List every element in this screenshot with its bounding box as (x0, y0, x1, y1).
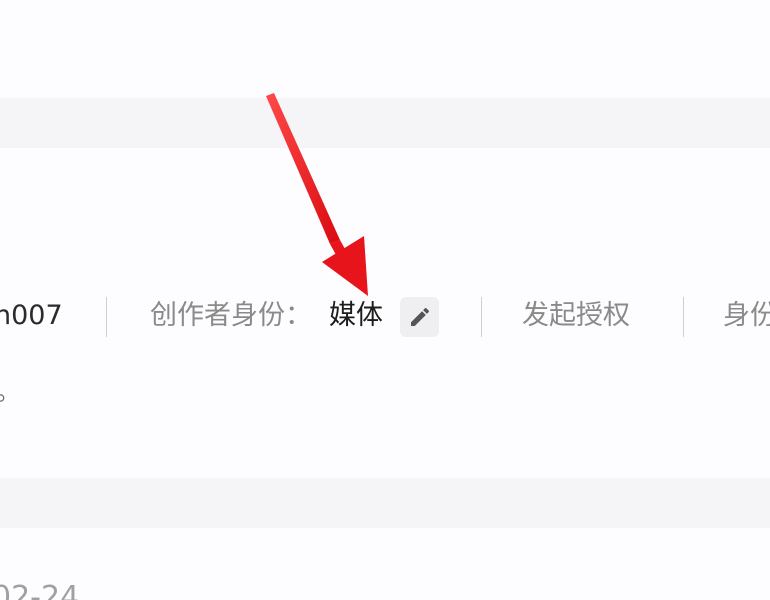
divider (481, 297, 482, 337)
description-text: 。 (0, 372, 20, 412)
page: n007 创作者身份： 媒体 发起授权 身份 。 02-24 (0, 0, 770, 600)
creator-identity-value: 媒体 (329, 300, 383, 331)
identity-more-link[interactable]: 身份 (723, 286, 770, 346)
divider (683, 297, 684, 337)
edit-identity-button[interactable] (400, 297, 439, 337)
pencil-icon (410, 307, 429, 326)
section-band-middle (0, 478, 770, 528)
creator-identity-label: 创作者身份： (150, 300, 312, 331)
date-text: 02-24 (0, 580, 80, 600)
section-band-top (0, 98, 770, 148)
username-text: n007 (0, 300, 63, 331)
creator-info-row: n007 创作者身份： 媒体 发起授权 身份 (0, 286, 770, 346)
divider (106, 297, 107, 337)
initiate-authorization-link[interactable]: 发起授权 (522, 286, 630, 346)
